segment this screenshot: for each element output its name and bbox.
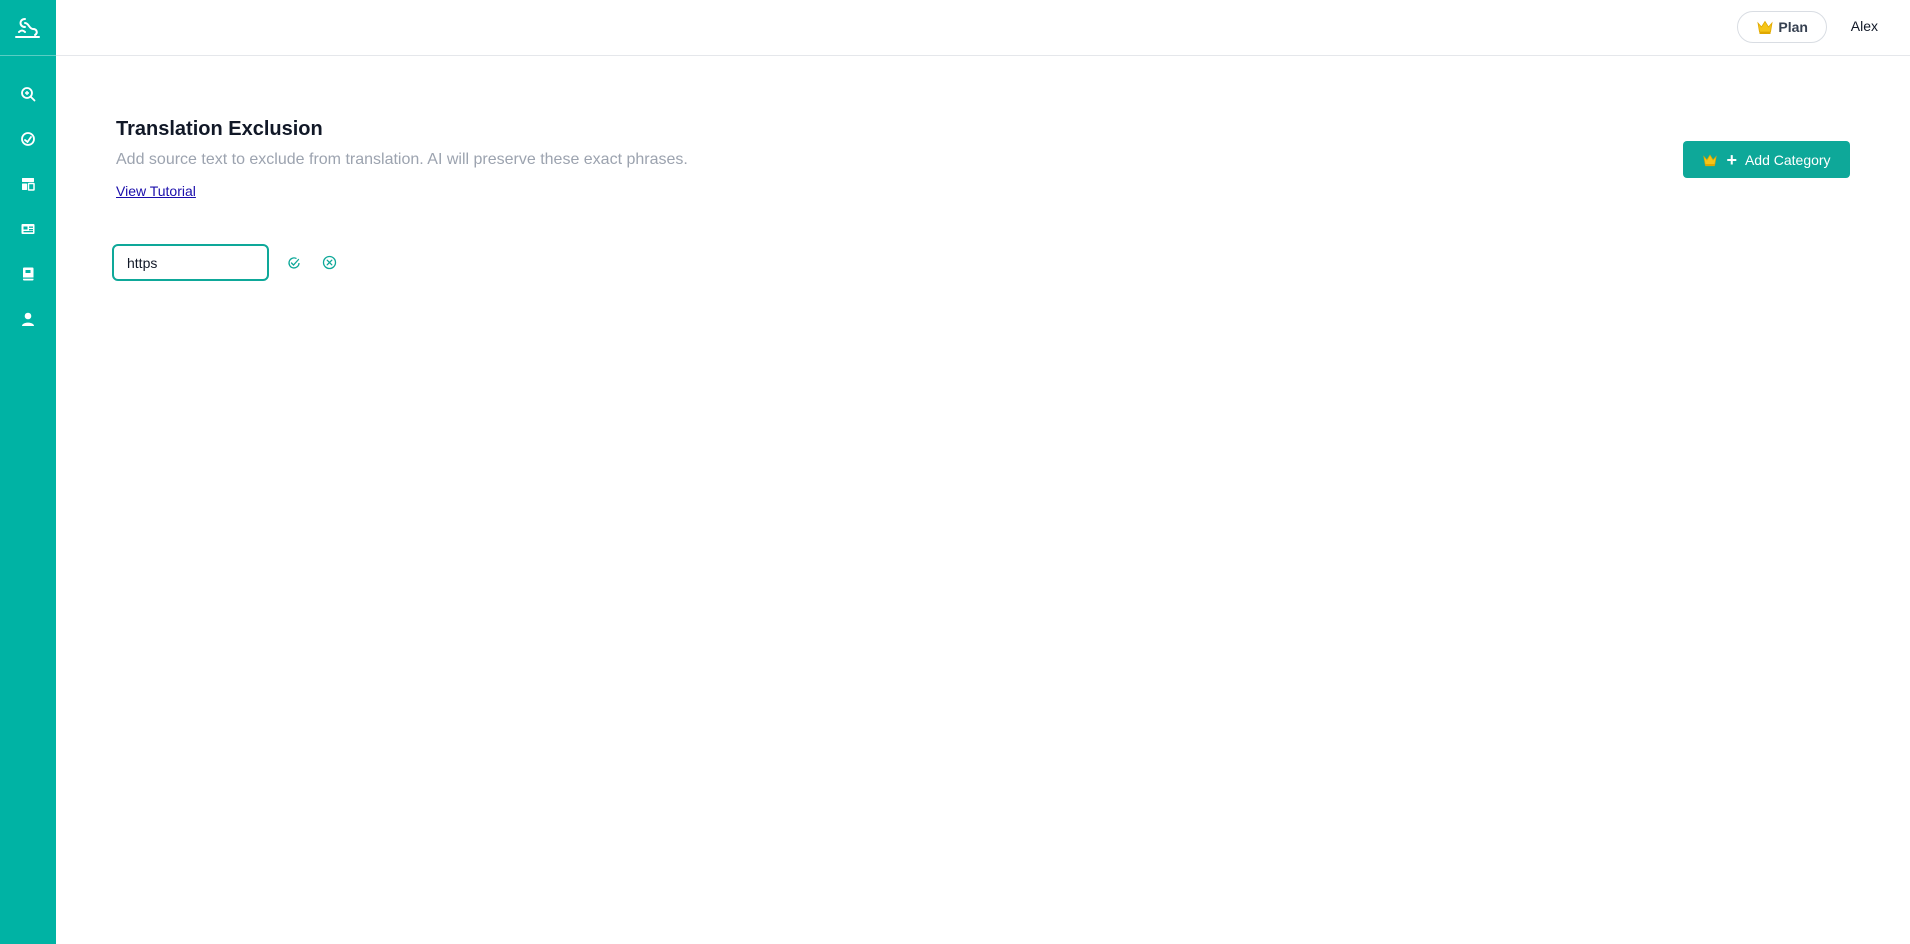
sidebar-item-layout[interactable]	[0, 161, 56, 206]
cancel-button[interactable]	[321, 254, 338, 271]
app-root: Plan Alex Translation Exclusion Add sour…	[0, 0, 1910, 944]
page-title: Translation Exclusion	[116, 118, 323, 140]
logo-icon	[15, 17, 40, 38]
sidebar-nav	[0, 56, 56, 341]
exclusion-text-input[interactable]	[112, 244, 269, 281]
user-icon	[22, 312, 34, 326]
plan-button[interactable]: Plan	[1737, 11, 1827, 43]
close-circle-icon	[322, 255, 337, 270]
layout-icon	[22, 177, 35, 191]
gauge-icon	[21, 131, 35, 146]
sidebar	[0, 0, 56, 944]
sidebar-item-cards[interactable]	[0, 206, 56, 251]
add-category-button[interactable]: + Add Category	[1683, 141, 1850, 178]
book-icon	[23, 267, 34, 280]
plus-icon: +	[1726, 149, 1737, 170]
sidebar-item-account[interactable]	[0, 296, 56, 341]
sidebar-item-dashboard[interactable]	[0, 116, 56, 161]
search-zoom-icon	[21, 86, 36, 101]
sidebar-item-search[interactable]	[0, 71, 56, 116]
check-circle-icon	[287, 256, 300, 269]
crown-icon	[1703, 154, 1718, 166]
sidebar-item-library[interactable]	[0, 251, 56, 296]
user-name[interactable]: Alex	[1851, 18, 1878, 34]
view-tutorial-link[interactable]: View Tutorial	[116, 183, 196, 199]
page-subtitle: Add source text to exclude from translat…	[116, 151, 688, 168]
crown-icon	[1757, 20, 1774, 34]
plan-button-label: Plan	[1778, 19, 1808, 35]
confirm-button[interactable]	[285, 254, 302, 271]
id-card-icon	[21, 223, 35, 234]
app-logo[interactable]	[0, 0, 56, 56]
top-bar: Plan Alex	[56, 0, 1910, 56]
add-category-label: Add Category	[1744, 151, 1831, 168]
